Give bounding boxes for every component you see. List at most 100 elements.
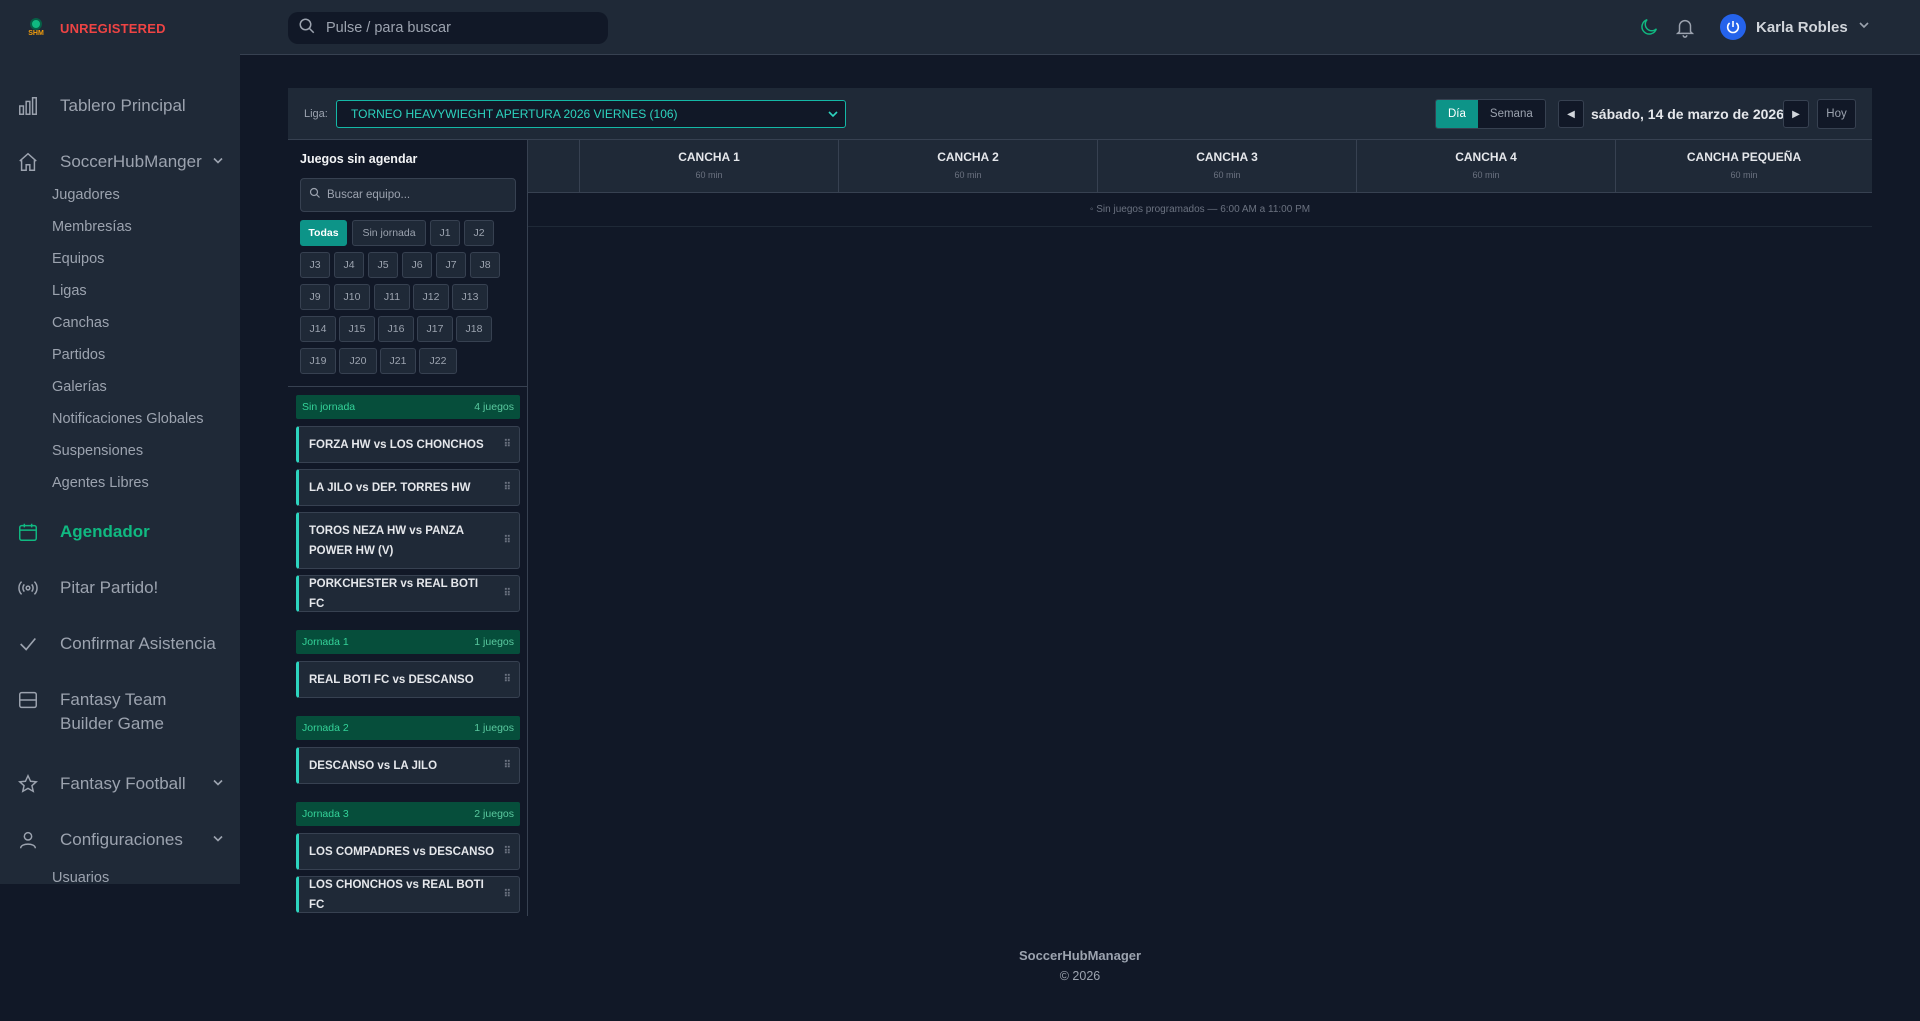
filter-chip-j9[interactable]: J9 xyxy=(300,284,330,310)
group-name: Jornada 1 xyxy=(302,636,349,648)
view-toggle: Día Semana xyxy=(1435,99,1546,129)
sidebar-subitem-canchas[interactable]: Canchas xyxy=(52,315,109,331)
sidebar-subitem-agentes-libres[interactable]: Agentes Libres xyxy=(52,475,149,491)
filter-chip-j21[interactable]: J21 xyxy=(380,348,416,374)
unscheduled-panel: Juegos sin agendar Buscar equipo... Toda… xyxy=(288,140,528,916)
today-button[interactable]: Hoy xyxy=(1817,99,1856,129)
next-day-button[interactable]: ▶ xyxy=(1783,100,1809,128)
filter-chip-j16[interactable]: J16 xyxy=(378,316,414,342)
group-header-jornada-3: Jornada 3 2 juegos xyxy=(296,802,520,826)
chevron-down-icon xyxy=(212,833,224,848)
game-card[interactable]: PORKCHESTER vs REAL BOTI FC ⠿ xyxy=(296,575,520,612)
drag-handle-icon[interactable]: ⠿ xyxy=(504,478,511,498)
prev-day-button[interactable]: ◀ xyxy=(1558,100,1584,128)
sidebar-item-fantasy-team-builder[interactable]: Fantasy Team Builder Game xyxy=(16,688,224,736)
game-card[interactable]: TOROS NEZA HW vs PANZA POWER HW (V) ⠿ xyxy=(296,512,520,569)
game-matchup: PORKCHESTER vs REAL BOTI FC xyxy=(309,577,479,610)
filter-chip-j2[interactable]: J2 xyxy=(464,220,494,246)
court-column-4: CANCHA 4 60 min xyxy=(1356,140,1615,192)
filter-chip-j10[interactable]: J10 xyxy=(334,284,370,310)
filter-chip-j1[interactable]: J1 xyxy=(430,220,460,246)
drag-handle-icon[interactable]: ⠿ xyxy=(504,842,511,862)
user-menu[interactable]: Karla Robles xyxy=(1720,14,1870,40)
sidebar-subitem-usuarios[interactable]: Usuarios xyxy=(52,870,109,886)
liga-select[interactable]: TORNEO HEAVYWIEGHT APERTURA 2026 VIERNES… xyxy=(336,100,846,128)
filter-chip-j17[interactable]: J17 xyxy=(417,316,453,342)
filter-chip-j3[interactable]: J3 xyxy=(300,252,330,278)
filter-chip-j7[interactable]: J7 xyxy=(436,252,466,278)
sidebar-item-label: Configuraciones xyxy=(60,830,183,849)
sidebar-item-configuraciones[interactable]: Configuraciones xyxy=(16,828,224,852)
sidebar-item-pitar-partido[interactable]: Pitar Partido! xyxy=(16,576,224,600)
team-search-input[interactable]: Buscar equipo... xyxy=(300,178,516,212)
sidebar-subitem-jugadores[interactable]: Jugadores xyxy=(52,187,120,203)
sidebar-subitem-partidos[interactable]: Partidos xyxy=(52,347,105,363)
user-name: Karla Robles xyxy=(1756,18,1848,36)
filter-chip-j11[interactable]: J11 xyxy=(374,284,410,310)
drag-handle-icon[interactable]: ⠿ xyxy=(504,885,511,905)
court-name: CANCHA 4 xyxy=(1455,150,1517,164)
filter-chip-j14[interactable]: J14 xyxy=(300,316,336,342)
sidebar-subitem-notificaciones[interactable]: Notificaciones Globales xyxy=(52,411,204,427)
filter-chip-todas[interactable]: Todas xyxy=(300,220,347,246)
drag-handle-icon[interactable]: ⠿ xyxy=(504,435,511,455)
sidebar-item-fantasy-football[interactable]: Fantasy Football xyxy=(16,772,224,796)
drag-handle-icon[interactable]: ⠿ xyxy=(504,670,511,690)
court-column-5: CANCHA PEQUEÑA 60 min xyxy=(1615,140,1872,192)
sidebar-item-label: Fantasy Team Builder Game xyxy=(60,690,167,733)
sidebar-item-confirmar-asistencia[interactable]: Confirmar Asistencia xyxy=(16,632,224,656)
filter-chip-j19[interactable]: J19 xyxy=(300,348,336,374)
scheduler: Liga: TORNEO HEAVYWIEGHT APERTURA 2026 V… xyxy=(288,88,1872,916)
game-matchup: DESCANSO vs LA JILO xyxy=(309,759,438,772)
game-card[interactable]: FORZA HW vs LOS CHONCHOS ⠿ xyxy=(296,426,520,463)
sidebar-item-soccerhubmanger[interactable]: SoccerHubManger xyxy=(16,150,224,174)
drag-handle-icon[interactable]: ⠿ xyxy=(504,531,511,551)
filter-chip-j8[interactable]: J8 xyxy=(470,252,500,278)
view-week-button[interactable]: Semana xyxy=(1477,100,1545,128)
broadcast-icon xyxy=(16,576,40,600)
search-placeholder: Pulse / para buscar xyxy=(326,20,451,36)
court-column-3: CANCHA 3 60 min xyxy=(1097,140,1356,192)
filter-chip-j4[interactable]: J4 xyxy=(334,252,364,278)
sidebar-subitem-galerias[interactable]: Galerías xyxy=(52,379,107,395)
brand[interactable]: SHM UNREGISTERED xyxy=(24,16,166,40)
filter-chip-j22[interactable]: J22 xyxy=(419,348,457,374)
court-name: CANCHA 2 xyxy=(937,150,999,164)
sidebar-subitem-membresias[interactable]: Membresías xyxy=(52,219,132,235)
game-card[interactable]: LOS CHONCHOS vs REAL BOTI FC ⠿ xyxy=(296,876,520,913)
filter-chip-j13[interactable]: J13 xyxy=(452,284,488,310)
filter-chip-j6[interactable]: J6 xyxy=(402,252,432,278)
game-card[interactable]: REAL BOTI FC vs DESCANSO ⠿ xyxy=(296,661,520,698)
court-duration: 60 min xyxy=(1730,170,1758,180)
global-search-input[interactable]: Pulse / para buscar xyxy=(288,12,608,44)
drag-handle-icon[interactable]: ⠿ xyxy=(504,584,511,604)
top-header: Pulse / para buscar Karla Robles xyxy=(240,0,1920,55)
filter-chip-j12[interactable]: J12 xyxy=(413,284,449,310)
view-day-button[interactable]: Día xyxy=(1436,100,1478,128)
group-count: 2 juegos xyxy=(474,808,514,820)
sidebar-item-label: Tablero Principal xyxy=(60,96,186,115)
sidebar-subitem-suspensiones[interactable]: Suspensiones xyxy=(52,443,143,459)
footer-copyright: © 2026 xyxy=(1059,969,1101,983)
bell-icon[interactable] xyxy=(1674,16,1696,38)
sidebar-item-label: Confirmar Asistencia xyxy=(60,634,216,653)
game-card[interactable]: LA JILO vs DEP. TORRES HW ⠿ xyxy=(296,469,520,506)
filter-chip-j18[interactable]: J18 xyxy=(456,316,492,342)
drag-handle-icon[interactable]: ⠿ xyxy=(504,756,511,776)
sidebar-item-agendador[interactable]: Agendador xyxy=(16,520,224,544)
liga-selected-value: TORNEO HEAVYWIEGHT APERTURA 2026 VIERNES… xyxy=(351,107,678,121)
sidebar-item-label: Fantasy Football xyxy=(60,774,186,793)
filter-chip-j20[interactable]: J20 xyxy=(339,348,377,374)
sidebar-item-tablero[interactable]: Tablero Principal xyxy=(16,94,224,118)
filter-chip-sin-jornada[interactable]: Sin jornada xyxy=(352,220,426,246)
moon-icon[interactable] xyxy=(1638,16,1660,38)
sidebar-subitem-equipos[interactable]: Equipos xyxy=(52,251,104,267)
game-card[interactable]: LOS COMPADRES vs DESCANSO ⠿ xyxy=(296,833,520,870)
soccer-ball-logo-icon: SHM xyxy=(24,16,48,40)
sidebar-subitem-ligas[interactable]: Ligas xyxy=(52,283,87,299)
footer-app-name: SoccerHubManager xyxy=(1018,948,1142,963)
game-card[interactable]: DESCANSO vs LA JILO ⠿ xyxy=(296,747,520,784)
filter-chip-j15[interactable]: J15 xyxy=(339,316,375,342)
filter-chip-j5[interactable]: J5 xyxy=(368,252,398,278)
calendar-icon xyxy=(16,520,40,544)
